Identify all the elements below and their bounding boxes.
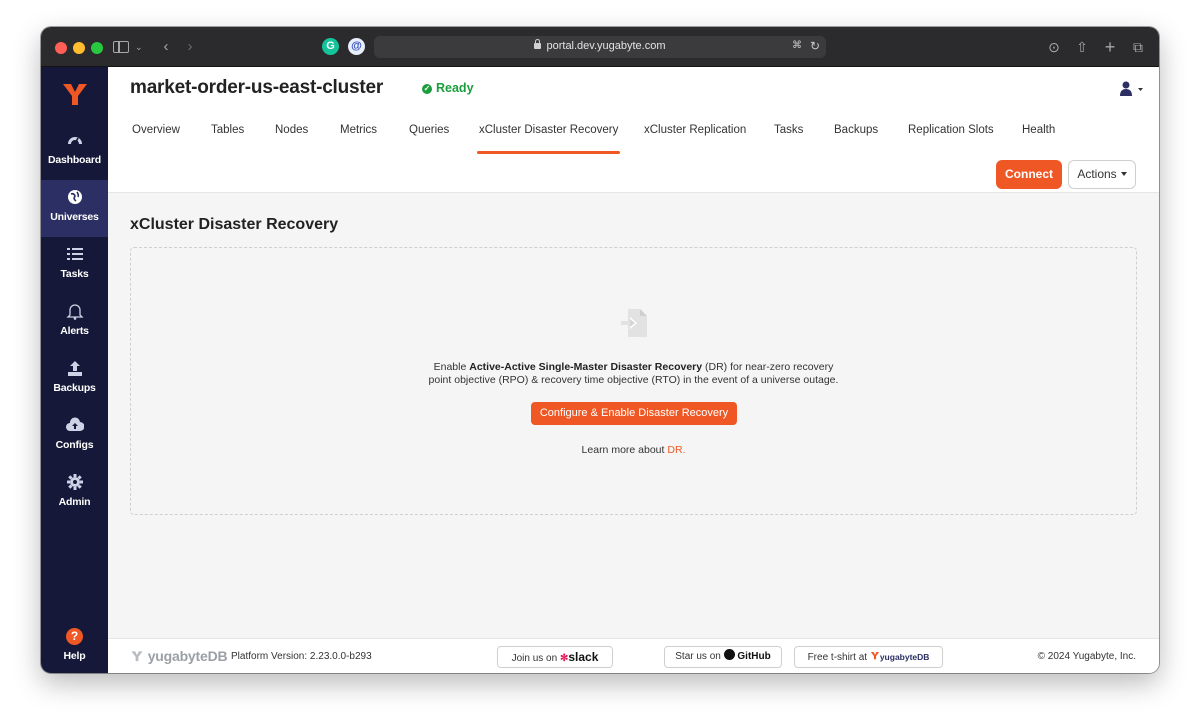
tab-overview[interactable]: Overview xyxy=(132,124,180,154)
tab-replication-slots[interactable]: Replication Slots xyxy=(908,124,994,154)
dr-description: Enable Active-Active Single-Master Disas… xyxy=(131,361,1136,386)
footer: yugabyteDB Platform Version: 2.23.0.0-b2… xyxy=(108,638,1159,673)
nav-label: Alerts xyxy=(60,325,89,337)
section-title: xCluster Disaster Recovery xyxy=(130,216,339,233)
connect-button[interactable]: Connect xyxy=(996,160,1062,189)
github-brand: GitHub xyxy=(737,651,771,662)
page-title: market-order-us-east-cluster xyxy=(130,77,384,98)
tab-xcluster-replication[interactable]: xCluster Replication xyxy=(644,124,746,154)
yugabyte-logo-icon xyxy=(131,651,143,662)
nav-item-tasks[interactable]: Tasks xyxy=(41,237,108,294)
desc-bold: Active-Active Single-Master Disaster Rec… xyxy=(469,361,703,373)
github-prefix: Star us on xyxy=(675,651,721,662)
grammarly-extension-icon[interactable]: G xyxy=(322,38,339,55)
chevron-down-icon[interactable]: ⌄ xyxy=(135,37,143,57)
desc-line2: point objective (RPO) & recovery time ob… xyxy=(428,373,839,386)
platform-version: Platform Version: 2.23.0.0-b293 xyxy=(231,651,372,662)
sidebar-toggle-icon[interactable] xyxy=(113,41,129,53)
tab-backups[interactable]: Backups xyxy=(834,124,878,154)
footer-brand-text: yugabyteDB xyxy=(147,648,228,664)
tshirt-prefix: Free t-shirt at xyxy=(807,652,868,663)
nav-item-configs[interactable]: Configs xyxy=(41,408,108,465)
upload-icon xyxy=(67,361,82,376)
copyright: © 2024 Yugabyte, Inc. xyxy=(1037,651,1136,662)
nav-item-alerts[interactable]: Alerts xyxy=(41,294,108,351)
extension-icon[interactable]: @ xyxy=(348,38,365,55)
user-menu-button[interactable] xyxy=(1117,79,1147,99)
zoom-window-button[interactable] xyxy=(91,42,103,54)
status-badge: ✓ Ready xyxy=(422,81,474,95)
universe-header: market-order-us-east-cluster ✓ Ready Over… xyxy=(108,67,1159,193)
nav-item-dashboard[interactable]: Dashboard xyxy=(41,123,108,180)
browser-toolbar: ⌄ ‹ › G @ portal.dev.yugabyte.com ⌘ ↻ ⊙ … xyxy=(41,27,1159,67)
footer-brand: yugabyteDB xyxy=(130,648,228,664)
close-window-button[interactable] xyxy=(55,42,67,54)
nav-label: Backups xyxy=(53,382,96,394)
yugabyte-logo-icon xyxy=(870,652,879,660)
desc-prefix: Enable xyxy=(433,361,470,373)
slack-prefix: Join us on xyxy=(511,653,558,664)
join-slack-button[interactable]: Join us on ✻slack xyxy=(497,646,613,668)
tab-xcluster-disaster-recovery[interactable]: xCluster Disaster Recovery xyxy=(476,124,621,154)
nav-label: Universes xyxy=(50,211,99,223)
nav-item-help[interactable]: ? Help xyxy=(41,618,108,668)
tab-tasks[interactable]: Tasks xyxy=(774,124,803,154)
document-import-icon xyxy=(621,309,647,337)
nav-item-admin[interactable]: Admin xyxy=(41,465,108,522)
nav-label: Configs xyxy=(55,439,94,451)
star-github-button[interactable]: Star us on GitHub xyxy=(664,646,782,668)
globe-icon xyxy=(67,190,82,204)
dashboard-icon xyxy=(67,137,82,145)
nav-item-backups[interactable]: Backups xyxy=(41,351,108,408)
lock-icon xyxy=(534,39,542,49)
nav-label: Dashboard xyxy=(47,154,102,166)
back-arrow-icon[interactable]: ‹ xyxy=(159,37,173,57)
bell-icon xyxy=(65,304,84,320)
nav-label: Help xyxy=(63,650,86,662)
tab-tables[interactable]: Tables xyxy=(211,124,244,154)
nav-label: Admin xyxy=(58,496,91,508)
tab-overview-icon[interactable]: ⧉ xyxy=(1129,37,1147,57)
learn-more-text: Learn more about xyxy=(581,444,668,456)
help-icon: ? xyxy=(66,628,83,645)
left-nav: Dashboard Universes Tasks Alerts Backups… xyxy=(41,67,108,673)
actions-label: Actions xyxy=(1077,167,1117,181)
download-icon[interactable]: ⊙ xyxy=(1045,37,1063,57)
browser-window: ⌄ ‹ › G @ portal.dev.yugabyte.com ⌘ ↻ ⊙ … xyxy=(41,27,1159,673)
nav-label: Tasks xyxy=(60,268,89,280)
configure-dr-button[interactable]: Configure & Enable Disaster Recovery xyxy=(531,402,737,425)
check-circle-icon: ✓ xyxy=(422,84,432,94)
actions-dropdown-button[interactable]: Actions xyxy=(1068,160,1136,189)
minimize-window-button[interactable] xyxy=(73,42,85,54)
list-icon xyxy=(66,248,83,260)
tab-nodes[interactable]: Nodes xyxy=(275,124,308,154)
url-text: portal.dev.yugabyte.com xyxy=(546,40,666,52)
caret-down-icon xyxy=(1120,172,1127,176)
github-icon xyxy=(723,649,735,660)
yugabyte-logo-icon[interactable] xyxy=(61,81,89,107)
nav-item-universes[interactable]: Universes xyxy=(41,180,108,237)
address-bar[interactable]: portal.dev.yugabyte.com ⌘ ↻ xyxy=(374,36,826,58)
translate-icon[interactable]: ⌘ xyxy=(792,40,802,51)
desc-line1-suffix: (DR) for near-zero recovery xyxy=(702,361,834,373)
tab-queries[interactable]: Queries xyxy=(409,124,449,154)
tab-health[interactable]: Health xyxy=(1022,124,1055,154)
status-text: Ready xyxy=(436,81,474,95)
gear-icon xyxy=(66,474,83,490)
tshirt-brand: yugabyteDB xyxy=(879,652,930,662)
free-tshirt-button[interactable]: Free t-shirt at yugabyteDB xyxy=(794,646,943,668)
universe-tabs: Overview Tables Nodes Metrics Queries xC… xyxy=(108,124,1159,154)
learn-more-dr-link[interactable]: DR. xyxy=(667,444,685,456)
reload-icon[interactable]: ↻ xyxy=(810,39,820,53)
new-tab-icon[interactable]: + xyxy=(1101,37,1119,57)
learn-more: Learn more about DR. xyxy=(131,444,1136,456)
cloud-upload-icon xyxy=(65,417,84,431)
slack-brand: slack xyxy=(568,650,599,664)
forward-arrow-icon[interactable]: › xyxy=(183,37,197,57)
disaster-recovery-empty-state: Enable Active-Active Single-Master Disas… xyxy=(130,247,1137,515)
tab-metrics[interactable]: Metrics xyxy=(340,124,377,154)
share-icon[interactable]: ⇧ xyxy=(1073,37,1091,57)
